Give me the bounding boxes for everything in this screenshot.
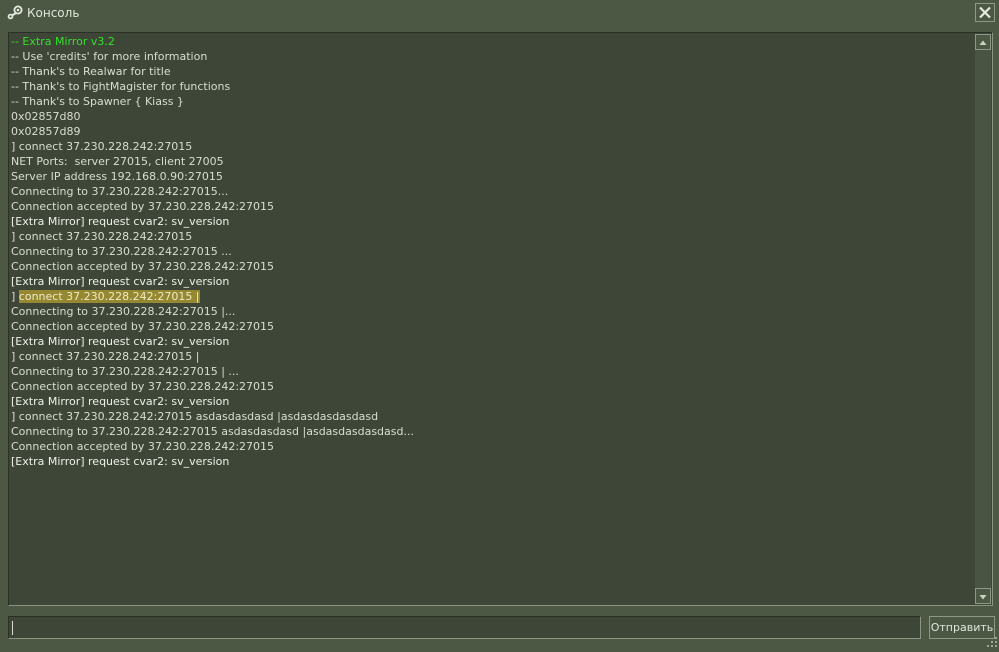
log-line-text: 0x02857d89 (11, 125, 81, 138)
log-line-text: -- Thank's to FightMagister for function… (11, 80, 231, 93)
steam-icon (6, 5, 24, 21)
log-line-text: Connecting to 37.230.228.242:27015 asdas… (11, 425, 414, 438)
log-line: Connecting to 37.230.228.242:27015 |... (11, 304, 971, 319)
log-line-text: Server IP address 192.168.0.90:27015 (11, 170, 223, 183)
log-line-text: -- Use 'credits' for more information (11, 50, 208, 63)
selected-text: connect 37.230.228.242:27015 | (18, 290, 200, 303)
log-line: [Extra Mirror] request cvar2: sv_version (11, 454, 971, 469)
log-line-text: -- Thank's to Spawner { Kiass } (11, 95, 184, 108)
resize-grip-icon[interactable] (986, 633, 998, 647)
log-line-text: ] connect 37.230.228.242:27015 (11, 230, 193, 243)
log-line: NET Ports: server 27015, client 27005 (11, 154, 971, 169)
log-line: Connecting to 37.230.228.242:27015... (11, 184, 971, 199)
log-line: -- Use 'credits' for more information (11, 49, 971, 64)
log-line: -- Thank's to Realwar for title (11, 64, 971, 79)
log-line-text: [Extra Mirror] request cvar2: sv_version (11, 455, 230, 468)
log-line-text: 0x02857d80 (11, 110, 81, 123)
scrollbar-track[interactable] (975, 50, 991, 588)
log-line: ] connect 37.230.228.242:27015 (11, 139, 971, 154)
log-line: [Extra Mirror] request cvar2: sv_version (11, 394, 971, 409)
log-line: Connecting to 37.230.228.242:27015 ... (11, 244, 971, 259)
log-line: Connection accepted by 37.230.228.242:27… (11, 379, 971, 394)
log-line: [Extra Mirror] request cvar2: sv_version (11, 334, 971, 349)
log-line: Connecting to 37.230.228.242:27015 | ... (11, 364, 971, 379)
text-caret (12, 621, 13, 635)
log-line-text: Connection accepted by 37.230.228.242:27… (11, 260, 275, 273)
log-line-text: [Extra Mirror] request cvar2: sv_version (11, 395, 230, 408)
log-line-text: Connection accepted by 37.230.228.242:27… (11, 320, 275, 333)
log-line: Connection accepted by 37.230.228.242:27… (11, 319, 971, 334)
log-line: 0x02857d80 (11, 109, 971, 124)
log-line-text: Connection accepted by 37.230.228.242:27… (11, 200, 275, 213)
title-bar: Консоль (0, 0, 999, 26)
log-line: [Extra Mirror] request cvar2: sv_version (11, 214, 971, 229)
log-line-text: ] (11, 290, 19, 303)
close-icon (976, 4, 994, 21)
log-line-text: ] connect 37.230.228.242:27015 | (11, 350, 200, 363)
arrow-down-icon (976, 589, 990, 608)
log-line: Connection accepted by 37.230.228.242:27… (11, 439, 971, 454)
log-line: -- Thank's to Spawner { Kiass } (11, 94, 971, 109)
scroll-down-button[interactable] (975, 588, 991, 604)
close-button[interactable] (975, 3, 995, 22)
log-line-text: [Extra Mirror] request cvar2: sv_version (11, 275, 230, 288)
log-line-text: Connection accepted by 37.230.228.242:27… (11, 440, 275, 453)
log-line: Connection accepted by 37.230.228.242:27… (11, 259, 971, 274)
log-line-text: [Extra Mirror] request cvar2: sv_version (11, 335, 230, 348)
vertical-scrollbar[interactable] (975, 34, 991, 604)
log-line: [Extra Mirror] request cvar2: sv_version (11, 274, 971, 289)
log-line-text: Connecting to 37.230.228.242:27015 | ... (11, 365, 239, 378)
command-input[interactable] (8, 616, 921, 639)
log-line: ] connect 37.230.228.242:27015 (11, 229, 971, 244)
log-line-text: ] connect 37.230.228.242:27015 asdasdasd… (11, 410, 379, 423)
log-line-text: NET Ports: server 27015, client 27005 (11, 155, 224, 168)
log-line: Server IP address 192.168.0.90:27015 (11, 169, 971, 184)
scroll-up-button[interactable] (975, 34, 991, 50)
log-line: -- Thank's to FightMagister for function… (11, 79, 971, 94)
log-line-text: Connecting to 37.230.228.242:27015 ... (11, 245, 232, 258)
log-line-text: Connecting to 37.230.228.242:27015... (11, 185, 229, 198)
log-line: Connection accepted by 37.230.228.242:27… (11, 199, 971, 214)
log-line: ] connect 37.230.228.242:27015 | (11, 349, 971, 364)
log-line-text: Connection accepted by 37.230.228.242:27… (11, 380, 275, 393)
log-line: -- Extra Mirror v3.2 (11, 34, 971, 49)
log-line-text: -- Thank's to Realwar for title (11, 65, 171, 78)
log-line-text: Connecting to 37.230.228.242:27015 |... (11, 305, 236, 318)
log-line: 0x02857d89 (11, 124, 971, 139)
log-line: ] connect 37.230.228.242:27015 asdasdasd… (11, 409, 971, 424)
log-line-text: ] connect 37.230.228.242:27015 (11, 140, 193, 153)
console-log: -- Extra Mirror v3.2 -- Use 'credits' for… (11, 34, 971, 469)
log-line-text: -- Extra Mirror v3.2 (11, 35, 115, 48)
log-line-text: [Extra Mirror] request cvar2: sv_version (11, 215, 230, 228)
console-output[interactable]: -- Extra Mirror v3.2 -- Use 'credits' for… (8, 32, 993, 606)
log-line: ] connect 37.230.228.242:27015 | (11, 289, 971, 304)
log-line: Connecting to 37.230.228.242:27015 asdas… (11, 424, 971, 439)
window-title: Консоль (27, 6, 80, 20)
